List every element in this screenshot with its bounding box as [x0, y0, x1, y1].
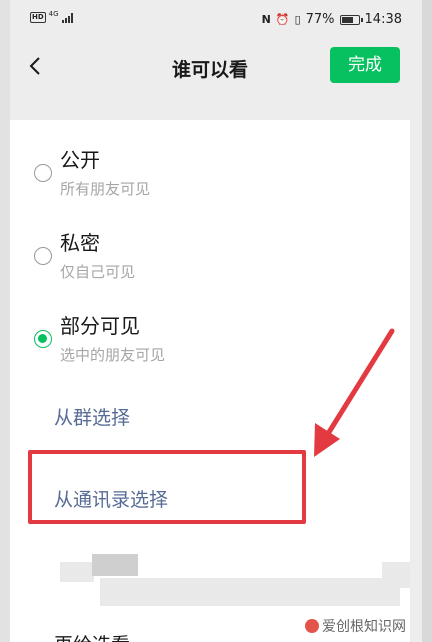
left-edge-strip — [0, 0, 10, 642]
nav-bar: 谁可以看 完成 — [10, 40, 410, 96]
radio-public[interactable] — [34, 164, 52, 182]
battery-percent: 77% — [305, 12, 335, 27]
phone-screen: HD 4G N ⏰ ▯ 77% 14:38 谁可以看 完成 公开 所有朋友可见 — [10, 0, 410, 642]
select-from-group-link[interactable]: 从群选择 — [54, 403, 130, 430]
status-left: HD 4G — [30, 10, 73, 23]
battery-icon — [339, 14, 363, 25]
alarm-icon: ⏰ — [275, 13, 290, 26]
blur-block — [60, 562, 94, 582]
partial-bottom-label: 再给选看 — [54, 630, 130, 642]
annotation-arrow-icon — [314, 328, 395, 457]
battery-fill — [341, 16, 354, 23]
clock: 14:38 — [364, 12, 402, 27]
watermark-logo-icon — [305, 619, 319, 633]
blur-block — [100, 578, 400, 606]
nfc-icon: N — [261, 13, 271, 26]
option-label: 部分可见 — [60, 314, 140, 338]
radio-private[interactable] — [34, 247, 52, 265]
annotation-highlight-box — [28, 450, 306, 524]
signal-icon — [61, 12, 73, 23]
visibility-options-panel: 公开 所有朋友可见 私密 仅自己可见 部分可见 选中的朋友可见 从群选择 从通讯… — [10, 120, 410, 642]
option-label: 私密 — [60, 231, 100, 255]
watermark-text: 爱创根知识网 — [322, 619, 406, 635]
hd-badge: HD — [30, 12, 46, 23]
blur-block — [382, 562, 410, 588]
option-public[interactable]: 公开 所有朋友可见 — [10, 132, 410, 198]
option-private[interactable]: 私密 仅自己可见 — [10, 215, 410, 281]
radio-partial[interactable] — [34, 330, 52, 348]
status-right: N ⏰ ▯ 77% 14:38 — [262, 12, 402, 27]
watermark: 爱创根知识网 — [305, 616, 406, 636]
network-type: 4G — [48, 10, 59, 18]
done-button[interactable]: 完成 — [330, 47, 400, 83]
blurred-contact-list — [10, 540, 410, 620]
option-label: 公开 — [60, 148, 100, 172]
status-bar: HD 4G N ⏰ ▯ 77% 14:38 — [10, 0, 410, 40]
radio-checked-dot — [38, 334, 47, 343]
option-sublabel: 所有朋友可见 — [60, 180, 151, 198]
option-sublabel: 选中的朋友可见 — [60, 346, 166, 364]
right-edge-strip — [422, 0, 432, 642]
blur-block — [92, 554, 138, 576]
vibrate-icon: ▯ — [294, 13, 301, 26]
option-sublabel: 仅自己可见 — [60, 263, 136, 281]
